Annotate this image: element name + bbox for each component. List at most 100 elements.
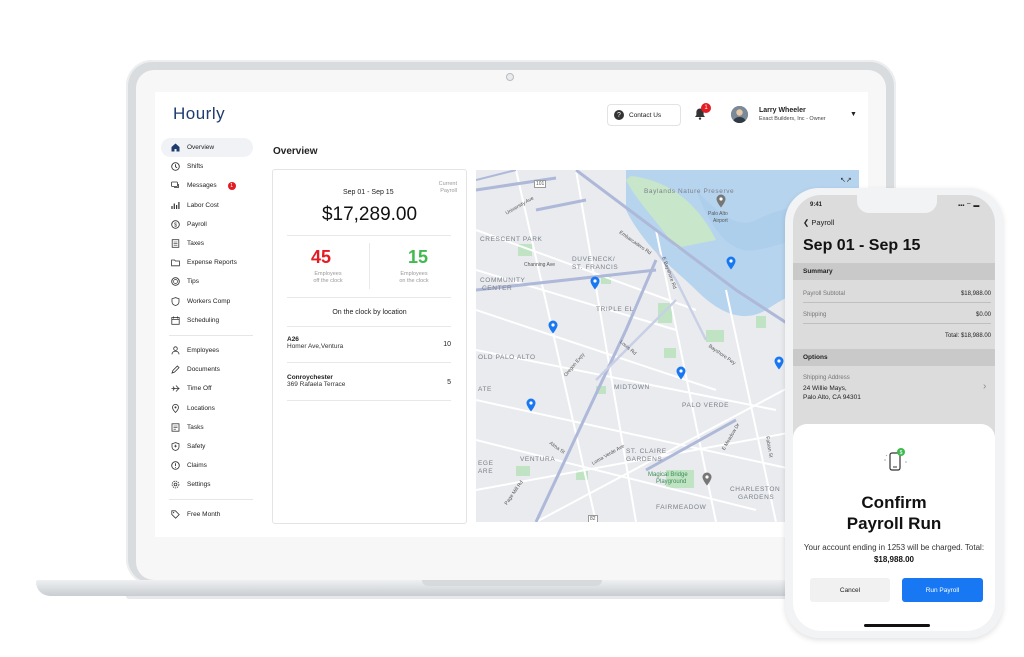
off-clock-label-line2: off the clock [313, 278, 343, 284]
sidebar-divider [169, 499, 253, 501]
location-row[interactable]: A26 Homer Ave,Ventura 10 [287, 336, 451, 350]
map-label: MIDTOWN [614, 384, 650, 391]
divider [287, 326, 451, 327]
sidebar-item-taxes[interactable]: Taxes [161, 234, 253, 253]
map-pin-icon[interactable] [774, 356, 784, 370]
phone-notch [857, 195, 937, 213]
coin-icon [171, 277, 180, 287]
shipping-address-label: Shipping Address [803, 375, 850, 381]
page-title: Overview [273, 146, 318, 157]
sidebar-item-expense-reports[interactable]: Expense Reports [161, 253, 253, 272]
map-pin-icon[interactable] [726, 256, 736, 270]
sidebar-item-scheduling[interactable]: Scheduling [161, 311, 253, 330]
status-time: 9:41 [810, 202, 823, 208]
location-address: Homer Ave,Ventura [287, 343, 344, 350]
sidebar-item-locations[interactable]: Locations [161, 398, 253, 417]
fullscreen-icon[interactable]: ↖↗ [840, 176, 852, 184]
summary-header: Summary [793, 263, 995, 280]
sidebar-item-settings[interactable]: Settings [161, 475, 253, 494]
map-label: CENTER [482, 285, 513, 292]
on-clock-count: 15 [407, 247, 429, 267]
cancel-button[interactable]: Cancel [810, 578, 890, 602]
map-pin-icon[interactable] [676, 366, 686, 380]
divider [287, 400, 451, 401]
divider [287, 362, 451, 363]
sidebar-item-messages[interactable]: Messages 1 [161, 176, 253, 195]
dollar-circle-icon: $ [171, 220, 180, 229]
sidebar-item-free-month[interactable]: Free Month [161, 505, 253, 524]
sidebar-item-tasks[interactable]: Tasks [161, 418, 253, 437]
chevron-down-icon[interactable]: ▼ [850, 111, 857, 118]
shipping-label: Shipping [803, 312, 827, 318]
map-label: ST. CLAIRE [626, 448, 667, 455]
sidebar-item-label: Time Off [187, 385, 212, 393]
map-label: ARE [478, 468, 494, 475]
sidebar-item-label: Expense Reports [187, 259, 237, 267]
sidebar-item-overview[interactable]: Overview [161, 138, 253, 158]
airport-pin-icon [716, 194, 726, 208]
sidebar-item-payroll[interactable]: $ Payroll [161, 215, 253, 234]
run-payroll-button[interactable]: Run Payroll [902, 578, 983, 602]
avatar[interactable] [731, 106, 748, 123]
location-row[interactable]: Conroychester 369 Rafaela Terrace 5 [287, 374, 451, 388]
safety-icon [171, 442, 180, 451]
sidebar-item-shifts[interactable]: Shifts [161, 157, 253, 176]
on-clock-label-line1: Employees [400, 271, 428, 277]
sidebar-item-employees[interactable]: Employees [161, 341, 253, 360]
sidebar-item-claims[interactable]: Claims [161, 456, 253, 475]
home-indicator[interactable] [864, 624, 930, 627]
payroll-amount: $17,289.00 [321, 204, 418, 225]
map-label: VENTURA [520, 456, 556, 463]
sidebar-item-label: Payroll [187, 220, 207, 228]
map-label: PALO VERDE [682, 402, 730, 409]
alert-icon [171, 461, 180, 470]
sidebar-item-documents[interactable]: Documents [161, 360, 253, 379]
document-icon [171, 239, 180, 248]
app-logo[interactable]: Hourly [173, 104, 225, 124]
map-label: FAIRMEADOW [656, 504, 707, 511]
sidebar-item-label: Safety [187, 442, 206, 450]
pay-period: Sep 01 - Sep 15 [343, 189, 394, 196]
sidebar-item-safety[interactable]: Safety [161, 437, 253, 456]
sidebar-item-label: Employees [187, 346, 220, 354]
pen-icon [171, 365, 180, 374]
sidebar-item-tips[interactable]: Tips [161, 272, 253, 291]
map-label: Playground [656, 479, 687, 485]
payroll-overview-card: Sep 01 - Sep 15 Current Payroll $17,289.… [272, 169, 467, 524]
divider [287, 297, 451, 298]
shield-icon [171, 296, 180, 306]
map-label: CHARLESTON [730, 486, 781, 493]
tag-icon [171, 510, 180, 520]
chevron-right-icon[interactable]: › [983, 381, 986, 392]
contact-us-button[interactable]: ? Contact Us [607, 104, 681, 126]
laptop-notch [422, 580, 602, 586]
confirm-title: Confirm Payroll Run [793, 492, 995, 534]
chevron-left-icon: ❮ [803, 218, 810, 227]
park-pin-icon [702, 472, 712, 486]
back-button[interactable]: ❮ Payroll [803, 218, 834, 227]
sidebar-item-labor-cost[interactable]: Labor Cost [161, 196, 253, 215]
shipping-value: $0.00 [975, 312, 991, 318]
task-icon [171, 423, 180, 432]
shipping-address[interactable]: 24 Willie Mays, Palo Alto, CA 94301 [803, 384, 861, 402]
route-shield: 101 [534, 180, 547, 188]
folder-icon [171, 258, 180, 267]
laptop-screen: Hourly ? Contact Us 1 Larry Wheeler Exac… [155, 92, 868, 537]
map-road-label: Channing Ave [524, 262, 556, 268]
charge-message: Your account ending in 1253 will be char… [803, 542, 985, 566]
map-pin-icon[interactable] [526, 398, 536, 412]
divider [287, 235, 451, 236]
sidebar-item-label: Messages [187, 182, 217, 190]
sidebar-nav: Overview Shifts Messages 1 Labor Cost $ [161, 138, 253, 525]
map-pin-icon[interactable] [590, 276, 600, 290]
sidebar-item-label: Shifts [187, 163, 204, 171]
user-name: Larry Wheeler [759, 107, 806, 114]
divider [803, 323, 991, 324]
sidebar-item-workers-comp[interactable]: Workers Comp [161, 292, 253, 311]
route-shield: 82 [588, 515, 598, 522]
sidebar-item-time-off[interactable]: Time Off [161, 379, 253, 398]
confirm-title-line1: Confirm [861, 493, 927, 512]
map-pin-icon[interactable] [548, 320, 558, 334]
contact-us-label: Contact Us [629, 111, 662, 119]
back-label: Payroll [811, 218, 835, 227]
